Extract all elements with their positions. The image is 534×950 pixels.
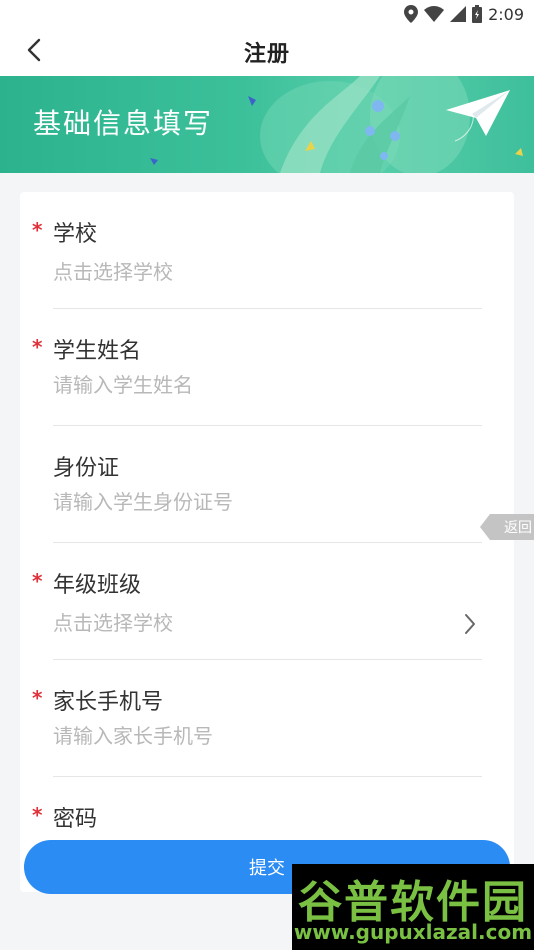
school-select[interactable]: 点击选择学校 bbox=[53, 256, 473, 285]
status-time: 2:09 bbox=[488, 4, 524, 24]
student-name-field[interactable]: * 学生姓名 bbox=[20, 309, 514, 426]
nav-bar: 注册 bbox=[0, 28, 534, 76]
parent-phone-field[interactable]: * 家长手机号 bbox=[20, 660, 514, 777]
id-card-field[interactable]: 身份证 bbox=[20, 426, 514, 543]
registration-form: * 学校 点击选择学校 * 学生姓名 身份证 * 年级班级 点击选择学校 * 家… bbox=[20, 192, 514, 892]
required-mark: * bbox=[32, 569, 43, 593]
watermark-url: www.gupuxlazal.com bbox=[293, 920, 533, 944]
banner: 基础信息填写 bbox=[0, 76, 534, 173]
signal-icon bbox=[450, 6, 467, 22]
required-mark: * bbox=[32, 335, 43, 359]
return-tab[interactable]: 返回 bbox=[480, 514, 534, 540]
field-label: 年级班级 bbox=[53, 573, 142, 598]
required-mark: * bbox=[32, 803, 43, 827]
wifi-icon bbox=[424, 6, 445, 22]
field-label: 身份证 bbox=[53, 456, 120, 481]
grade-class-select[interactable]: 点击选择学校 bbox=[53, 607, 473, 636]
location-icon bbox=[404, 5, 419, 23]
student-name-input[interactable] bbox=[53, 373, 473, 397]
banner-title: 基础信息填写 bbox=[33, 107, 214, 140]
field-label: 密码 bbox=[53, 807, 98, 832]
return-tab-label: 返回 bbox=[504, 520, 532, 536]
watermark: 谷普软件园 www.gupuxlazal.com bbox=[292, 864, 534, 950]
required-mark: * bbox=[32, 218, 43, 242]
submit-label: 提交 bbox=[249, 858, 285, 879]
page-title: 注册 bbox=[243, 42, 290, 67]
back-button[interactable] bbox=[18, 36, 50, 68]
parent-phone-input[interactable] bbox=[53, 724, 473, 748]
battery-icon bbox=[472, 5, 483, 23]
school-field[interactable]: * 学校 点击选择学校 bbox=[20, 192, 514, 309]
id-card-input[interactable] bbox=[53, 490, 473, 514]
chevron-left-icon bbox=[26, 38, 42, 66]
field-label: 学生姓名 bbox=[53, 339, 142, 364]
field-label: 家长手机号 bbox=[53, 690, 164, 715]
status-bar: 2:09 bbox=[0, 0, 534, 28]
field-label: 学校 bbox=[53, 222, 98, 247]
required-mark: * bbox=[32, 686, 43, 710]
chevron-right-icon[interactable] bbox=[464, 613, 476, 639]
grade-class-field[interactable]: * 年级班级 点击选择学校 bbox=[20, 543, 514, 660]
